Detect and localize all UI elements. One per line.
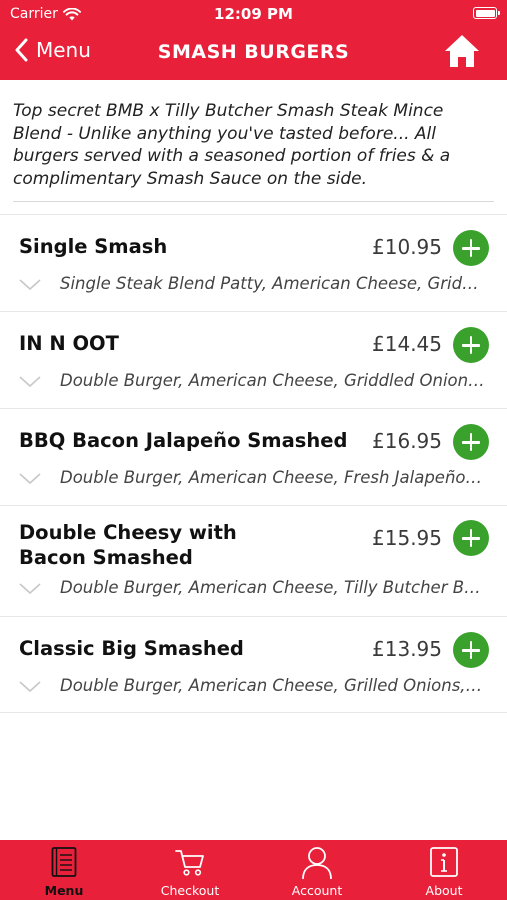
menu-item[interactable]: IN N OOT £14.45 Double Burger, American … — [0, 311, 507, 408]
item-name: Double Cheesy with Bacon Smashed — [19, 521, 237, 569]
item-price: £16.95 — [372, 429, 442, 453]
chevron-down-icon[interactable] — [19, 680, 41, 694]
item-price: £10.95 — [372, 235, 442, 259]
item-name: IN N OOT — [19, 332, 119, 355]
page-title: SMASH BURGERS — [157, 41, 350, 63]
tab-about[interactable]: About — [381, 840, 507, 900]
item-price: £15.95 — [372, 526, 442, 550]
chevron-down-icon[interactable] — [19, 375, 41, 389]
tab-label: Menu — [44, 883, 84, 898]
tab-label: About — [425, 883, 463, 898]
item-description: Double Burger, American Cheese, Fresh Ja… — [60, 468, 485, 487]
add-to-cart-icon[interactable] — [453, 327, 489, 363]
item-description: Double Burger, American Cheese, Grilled … — [60, 676, 485, 695]
chevron-down-icon[interactable] — [19, 472, 41, 486]
item-description: Single Steak Blend Patty, American Chees… — [60, 274, 485, 293]
item-description: Double Burger, American Cheese, Tilly Bu… — [60, 578, 485, 597]
top-bar: Carrier 12:09 PM Menu SMASH BURGERS — [0, 0, 507, 80]
tab-account[interactable]: Account — [254, 840, 380, 900]
category-description: Top secret BMB x Tilly Butcher Smash Ste… — [13, 101, 451, 189]
add-to-cart-icon[interactable] — [453, 632, 489, 668]
tab-label: Account — [291, 883, 343, 898]
add-to-cart-icon[interactable] — [453, 424, 489, 460]
tab-menu[interactable]: Menu — [1, 840, 127, 900]
status-bar: Carrier 12:09 PM — [0, 0, 507, 28]
chevron-down-icon[interactable] — [19, 582, 41, 596]
menu-item[interactable]: Classic Big Smashed £13.95 Double Burger… — [0, 616, 507, 713]
item-name: Single Smash — [19, 235, 168, 258]
item-name: Classic Big Smashed — [19, 637, 244, 660]
add-to-cart-icon[interactable] — [453, 520, 489, 556]
cart-icon — [175, 850, 204, 876]
divider — [13, 201, 494, 202]
add-to-cart-icon[interactable] — [453, 230, 489, 266]
menu-item[interactable]: BBQ Bacon Jalapeño Smashed £16.95 Double… — [0, 408, 507, 505]
tab-checkout[interactable]: Checkout — [127, 840, 253, 900]
item-price: £14.45 — [372, 332, 442, 356]
navigation-bar: Menu SMASH BURGERS — [0, 28, 507, 80]
home-icon[interactable] — [443, 32, 481, 70]
item-name: BBQ Bacon Jalapeño Smashed — [19, 429, 348, 452]
chevron-down-icon[interactable] — [19, 278, 41, 292]
tab-label: Checkout — [160, 883, 220, 898]
user-icon — [302, 847, 332, 880]
info-icon — [430, 847, 458, 877]
item-price: £13.95 — [372, 637, 442, 661]
menu-book-icon — [51, 847, 77, 877]
item-description: Double Burger, American Cheese, Griddled… — [60, 371, 485, 390]
menu-item[interactable]: Double Cheesy with Bacon Smashed £15.95 … — [0, 505, 507, 616]
menu-item[interactable]: Single Smash £10.95 Single Steak Blend P… — [0, 214, 507, 311]
divider — [0, 712, 507, 713]
tab-bar: Menu Checkout Account About — [0, 840, 507, 900]
status-time: 12:09 PM — [214, 5, 293, 23]
battery-icon — [473, 7, 500, 19]
